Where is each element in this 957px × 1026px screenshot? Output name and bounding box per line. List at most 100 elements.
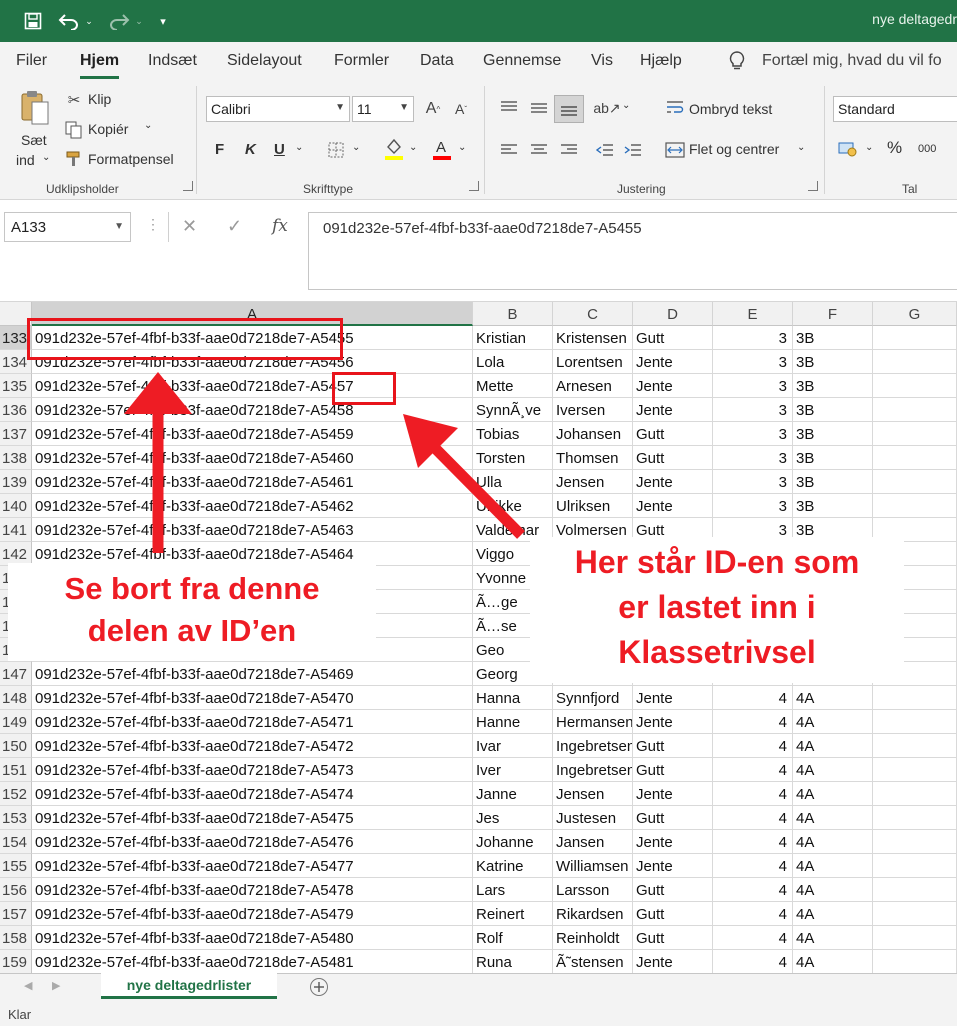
column-header-b[interactable]: B: [473, 302, 553, 326]
paste-label-1[interactable]: Sæt: [21, 132, 47, 148]
align-bottom-icon[interactable]: [554, 95, 584, 123]
align-top-icon[interactable]: [498, 98, 520, 118]
underline-dropdown-icon[interactable]: ⌄: [295, 142, 303, 153]
cell-d[interactable]: Jente: [633, 710, 713, 734]
merge-center-button[interactable]: Flet og centrer: [689, 141, 779, 157]
cell-c[interactable]: Ulriksen: [553, 494, 633, 518]
tab-formulas[interactable]: Formler: [334, 52, 389, 70]
row-header[interactable]: 151: [0, 758, 32, 782]
scissors-icon[interactable]: ✂: [64, 90, 84, 110]
tab-page-layout[interactable]: Sidelayout: [227, 52, 302, 70]
cell-a[interactable]: 091d232e-57ef-4fbf-b33f-aae0d7218de7-A54…: [32, 518, 473, 542]
cell-d[interactable]: Gutt: [633, 806, 713, 830]
align-right-icon[interactable]: [558, 140, 580, 160]
row-header[interactable]: 157: [0, 902, 32, 926]
save-icon[interactable]: [22, 9, 44, 33]
customize-quick-access-icon[interactable]: ▾: [156, 9, 170, 33]
cell-d[interactable]: Jente: [633, 854, 713, 878]
cell-e[interactable]: 4: [713, 854, 793, 878]
column-header-g[interactable]: G: [873, 302, 957, 326]
cell-f[interactable]: 3B: [793, 422, 873, 446]
increase-indent-icon[interactable]: [622, 140, 644, 160]
row-header[interactable]: 150: [0, 734, 32, 758]
thousands-button[interactable]: 000: [918, 143, 936, 155]
cell-g[interactable]: [873, 686, 957, 710]
alignment-launcher-icon[interactable]: [808, 181, 818, 191]
orientation-dropdown-icon[interactable]: ⌄: [622, 100, 630, 111]
underline-button[interactable]: U: [274, 141, 285, 158]
cell-e[interactable]: 4: [713, 926, 793, 950]
cell-b[interactable]: Hanne: [473, 710, 553, 734]
cell-g[interactable]: [873, 326, 957, 350]
cell-c[interactable]: Larsson: [553, 878, 633, 902]
cell-c[interactable]: Iversen: [553, 398, 633, 422]
borders-icon[interactable]: [326, 140, 346, 160]
tab-help[interactable]: Hjælp: [640, 52, 682, 70]
decrease-font-icon[interactable]: Aˇ: [450, 98, 472, 120]
cell-b[interactable]: Mette: [473, 374, 553, 398]
wrap-text-button[interactable]: Ombryd tekst: [689, 101, 772, 117]
row-header[interactable]: 135: [0, 374, 32, 398]
cell-e[interactable]: 4: [713, 902, 793, 926]
cell-g[interactable]: [873, 374, 957, 398]
paste-icon[interactable]: [18, 88, 52, 128]
cell-g[interactable]: [873, 806, 957, 830]
cell-d[interactable]: Jente: [633, 374, 713, 398]
copy-button[interactable]: Kopiér: [88, 121, 128, 137]
cell-a[interactable]: 091d232e-57ef-4fbf-b33f-aae0d7218de7-A54…: [32, 926, 473, 950]
cell-c[interactable]: Synnfjord: [553, 686, 633, 710]
cell-c[interactable]: Ingebretsen: [553, 734, 633, 758]
cell-d[interactable]: Jente: [633, 470, 713, 494]
chevron-down-icon[interactable]: ▼: [114, 221, 124, 232]
cell-b[interactable]: Johanne: [473, 830, 553, 854]
cell-a[interactable]: 091d232e-57ef-4fbf-b33f-aae0d7218de7-A54…: [32, 374, 473, 398]
cell-g[interactable]: [873, 926, 957, 950]
row-header[interactable]: 154: [0, 830, 32, 854]
cell-g[interactable]: [873, 494, 957, 518]
cell-a[interactable]: 091d232e-57ef-4fbf-b33f-aae0d7218de7-A54…: [32, 854, 473, 878]
font-launcher-icon[interactable]: [469, 181, 479, 191]
cell-e[interactable]: 4: [713, 950, 793, 974]
row-header[interactable]: 139: [0, 470, 32, 494]
cell-f[interactable]: 4A: [793, 806, 873, 830]
redo-dropdown-icon[interactable]: ⌄: [134, 9, 144, 33]
cell-d[interactable]: Jente: [633, 782, 713, 806]
cell-f[interactable]: 4A: [793, 950, 873, 974]
cell-g[interactable]: [873, 902, 957, 926]
cell-a[interactable]: 091d232e-57ef-4fbf-b33f-aae0d7218de7-A54…: [32, 734, 473, 758]
undo-dropdown-icon[interactable]: ⌄: [84, 9, 94, 33]
tab-review[interactable]: Gennemse: [483, 52, 561, 70]
cell-f[interactable]: 4A: [793, 686, 873, 710]
row-header[interactable]: 138: [0, 446, 32, 470]
cell-b[interactable]: Ulrikke: [473, 494, 553, 518]
cell-b[interactable]: Ulla: [473, 470, 553, 494]
cell-d[interactable]: Jente: [633, 398, 713, 422]
more-options-icon[interactable]: ⋮: [146, 216, 160, 233]
format-painter-button[interactable]: Formatpensel: [88, 151, 174, 167]
scroll-left-icon[interactable]: ◀: [24, 979, 32, 992]
align-middle-icon[interactable]: [528, 98, 550, 118]
cell-d[interactable]: Gutt: [633, 902, 713, 926]
cell-a[interactable]: 091d232e-57ef-4fbf-b33f-aae0d7218de7-A54…: [32, 902, 473, 926]
cell-e[interactable]: 3: [713, 398, 793, 422]
cell-f[interactable]: 3B: [793, 494, 873, 518]
font-name-combo[interactable]: Calibri ▼: [206, 96, 350, 122]
cell-a[interactable]: 091d232e-57ef-4fbf-b33f-aae0d7218de7-A54…: [32, 686, 473, 710]
row-header[interactable]: 158: [0, 926, 32, 950]
align-left-icon[interactable]: [498, 140, 520, 160]
decrease-indent-icon[interactable]: [594, 140, 616, 160]
cell-f[interactable]: 3B: [793, 446, 873, 470]
cut-button[interactable]: Klip: [88, 91, 111, 107]
cell-g[interactable]: [873, 854, 957, 878]
cell-a[interactable]: 091d232e-57ef-4fbf-b33f-aae0d7218de7-A54…: [32, 878, 473, 902]
cell-b[interactable]: Reinert: [473, 902, 553, 926]
cell-b[interactable]: Tobias: [473, 422, 553, 446]
cell-f[interactable]: 4A: [793, 830, 873, 854]
cell-a[interactable]: 091d232e-57ef-4fbf-b33f-aae0d7218de7-A54…: [32, 830, 473, 854]
cell-c[interactable]: Reinholdt: [553, 926, 633, 950]
cell-e[interactable]: 4: [713, 830, 793, 854]
row-header[interactable]: 148: [0, 686, 32, 710]
cell-d[interactable]: Jente: [633, 494, 713, 518]
cell-b[interactable]: Lars: [473, 878, 553, 902]
accounting-format-icon[interactable]: [836, 138, 860, 160]
